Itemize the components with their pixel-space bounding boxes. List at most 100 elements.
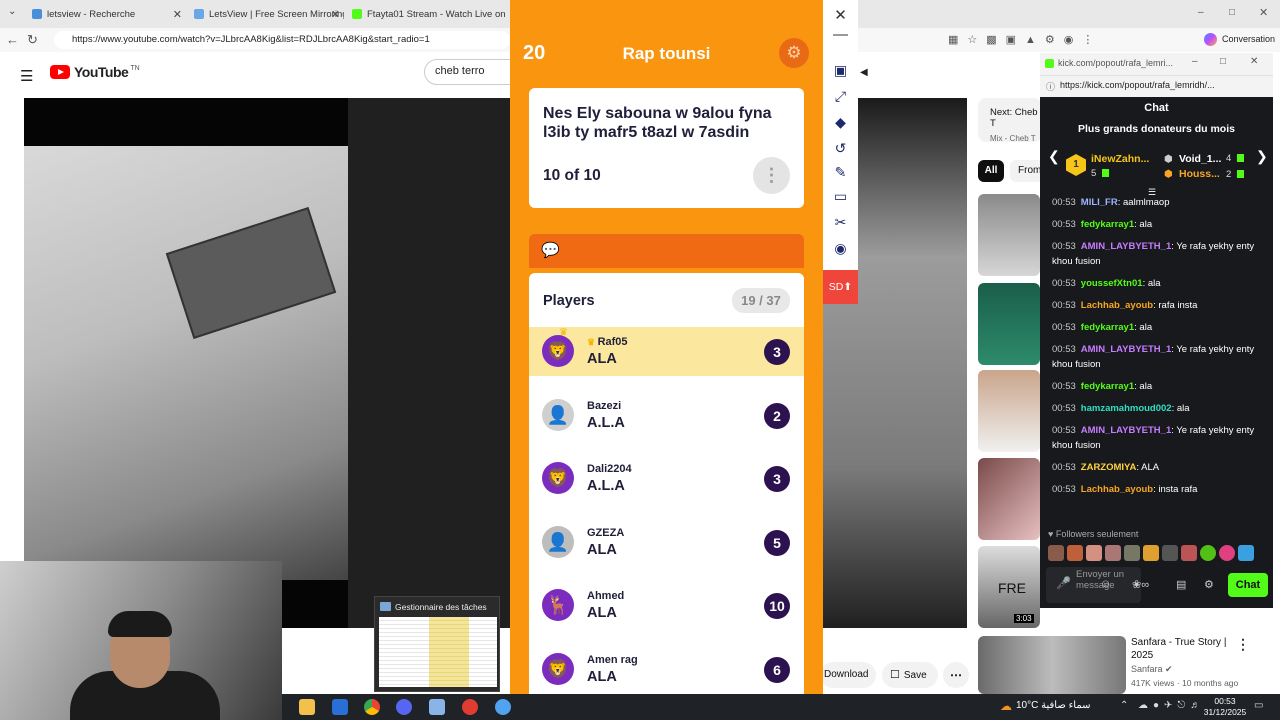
chat-send-button[interactable]: Chat <box>1228 573 1268 597</box>
message-user[interactable]: fedykarray1 <box>1081 322 1134 333</box>
tab-kick-stream[interactable]: Ftayta01 Stream - Watch Live on K <box>346 4 506 24</box>
chrome-icon[interactable] <box>364 699 380 715</box>
chat-strip[interactable]: 💬 <box>529 234 804 268</box>
chip-all[interactable]: All <box>978 160 1004 182</box>
video-thumbnail[interactable] <box>978 283 1040 365</box>
pin-icon[interactable]: ◆ <box>823 114 858 131</box>
tab-letsview-search[interactable]: letsview - Recherche ✕ <box>26 4 186 24</box>
copilot-icon[interactable] <box>1204 33 1217 46</box>
video-thumbnail[interactable] <box>978 370 1040 452</box>
chevron-left-icon[interactable]: ❮ <box>1048 148 1060 165</box>
screen-mirror-icon[interactable]: ▣ <box>823 62 858 79</box>
chevron-right-icon[interactable]: ❯ <box>1256 148 1268 165</box>
recommendation-thumbnail[interactable] <box>978 636 1126 694</box>
message-user[interactable]: AMIN_LAYBYETH_1 <box>1081 344 1171 355</box>
message-user[interactable]: fedykarray1 <box>1081 381 1134 392</box>
message-user[interactable]: hamzamahmoud002 <box>1081 403 1172 414</box>
tab-list-chevron-icon[interactable]: ⌄ <box>8 6 16 17</box>
player-row[interactable]: 🦌 Ahmed ALA 10 <box>529 581 804 630</box>
emote[interactable] <box>1162 545 1178 561</box>
video-thumbnail[interactable] <box>978 194 1040 276</box>
message-user[interactable]: MILI_FR <box>1081 197 1118 208</box>
chat-settings-icon[interactable]: ⚙ <box>1204 578 1214 591</box>
pen-icon[interactable]: ✎ <box>823 164 858 181</box>
recommendation-channel[interactable]: Sanfara ✔ <box>1131 664 1173 675</box>
rotate-icon[interactable]: ↺ <box>823 140 858 157</box>
close-icon[interactable]: ✕ <box>1250 56 1258 67</box>
message-user[interactable]: Lachhab_ayoub <box>1081 484 1153 495</box>
next-video-card[interactable]: Next: Cheb T Mix - Cheb T <box>978 98 1042 143</box>
extension-icons[interactable]: ▦☆▩▣▲⚙◉⋮ <box>948 33 1102 46</box>
emote[interactable] <box>1105 545 1121 561</box>
recommendation-title[interactable]: Sanfara - True Story | 2025 <box>1131 636 1241 662</box>
record-icon[interactable]: ◉ <box>823 240 858 257</box>
minimize-icon[interactable]: – <box>1198 7 1204 18</box>
notification-icon[interactable]: ▭ <box>1254 700 1263 711</box>
settings-gear-icon[interactable]: ⚙ <box>779 38 809 68</box>
crop-icon[interactable]: ✂ <box>823 214 858 231</box>
microphone-icon[interactable]: 🎤 <box>1056 576 1071 590</box>
youtube-logo[interactable]: YouTube TN <box>50 64 140 80</box>
message-user[interactable]: AMIN_LAYBYETH_1 <box>1081 425 1171 436</box>
video-thumbnail[interactable]: FRE 3:03 <box>978 546 1040 628</box>
sidebar-collapse-icon[interactable]: ◀ <box>860 67 868 78</box>
emote[interactable] <box>1238 545 1254 561</box>
player-row[interactable]: 🦁 Dali2204 A.L.A 3 <box>529 454 804 503</box>
tab-letsview-site[interactable]: LetsView | Free Screen Mirroring A ✕ <box>188 4 344 24</box>
video-player[interactable] <box>24 98 510 628</box>
url-field[interactable]: https://www.youtube.com/watch?v=JLbrcAA8… <box>54 31 510 49</box>
discord-icon[interactable] <box>396 699 412 715</box>
close-icon[interactable]: ✕ <box>173 8 182 21</box>
emote[interactable] <box>1219 545 1235 561</box>
window-close-icon[interactable]: ✕ <box>1259 6 1268 19</box>
restore-icon[interactable]: □ <box>1220 56 1226 67</box>
chat-message-input[interactable]: 🎤 Envoyer un message <box>1046 567 1141 603</box>
close-icon[interactable]: ✕ <box>823 6 858 24</box>
recorder-icon[interactable] <box>462 699 478 715</box>
taskbar-clock[interactable]: 00:53 31/12/2025 <box>1198 696 1252 718</box>
search-input[interactable]: cheb terro <box>424 59 524 85</box>
tray-chevron-icon[interactable]: ⌃ <box>1120 700 1128 711</box>
emote[interactable] <box>1086 545 1102 561</box>
question-menu-button[interactable]: ⋮ <box>753 157 790 194</box>
fullscreen-icon[interactable]: ⤢ <box>823 88 858 105</box>
recommendation-menu-icon[interactable]: ⋮ <box>1236 636 1250 653</box>
emote[interactable] <box>1200 545 1216 561</box>
message-user[interactable]: ZARZOMIYA <box>1081 462 1137 473</box>
restore-icon[interactable]: □ <box>1229 7 1235 18</box>
message-user[interactable]: Lachhab_ayoub <box>1081 300 1153 311</box>
task-manager-icon[interactable] <box>429 699 445 715</box>
kick-url-bar[interactable]: ⓘ https://kick.com/popout/rafa_lemridh/.… <box>1040 75 1273 97</box>
task-manager-preview[interactable]: Gestionnaire des tâches <box>374 596 500 692</box>
emote[interactable] <box>1048 545 1064 561</box>
chip-from[interactable]: From <box>1010 160 1041 182</box>
minimize-icon[interactable]: — <box>823 26 858 43</box>
weather-text[interactable]: 10°C سماء صافية <box>1016 700 1091 711</box>
tray-icons[interactable]: ☁●✈⎋♬ <box>1138 700 1205 711</box>
message-user[interactable]: youssefXtn01 <box>1081 278 1143 289</box>
file-explorer-icon[interactable] <box>299 699 315 715</box>
window-icon[interactable]: ▭ <box>823 188 858 205</box>
minimize-icon[interactable]: – <box>1192 56 1198 67</box>
conversation-label[interactable]: Conversation <box>1222 34 1275 44</box>
player-row[interactable]: 👤 Bazezi A.L.A 2 <box>529 391 804 440</box>
player-row[interactable]: 👤 GZEZA ALA 5 <box>529 518 804 567</box>
player-row[interactable]: 🦁 ♛ ♛ Raf05 ALA 3 <box>529 327 804 376</box>
message-user[interactable]: AMIN_LAYBYETH_1 <box>1081 241 1171 252</box>
close-icon[interactable]: ✕ <box>331 8 340 21</box>
video-thumbnail[interactable] <box>978 458 1040 540</box>
save-button[interactable]: ☐ Save <box>882 662 938 688</box>
letsview-icon[interactable] <box>495 699 511 715</box>
menu-icon[interactable]: ☰ <box>20 67 33 85</box>
emote[interactable] <box>1067 545 1083 561</box>
message-user[interactable]: fedykarray1 <box>1081 219 1134 230</box>
emotes-icon[interactable]: ❀∞ <box>1132 578 1149 591</box>
emote[interactable] <box>1181 545 1197 561</box>
store-icon[interactable]: ▤ <box>1176 578 1186 591</box>
more-actions-button[interactable]: ⋯ <box>943 662 969 688</box>
player-row[interactable]: 🦁 Amen rag ALA 6 <box>529 645 804 694</box>
sd-quality-button[interactable]: SD⬆ <box>823 270 858 304</box>
mail-icon[interactable] <box>332 699 348 715</box>
emote[interactable] <box>1124 545 1140 561</box>
back-refresh-icons[interactable]: ←↻ <box>6 32 46 48</box>
